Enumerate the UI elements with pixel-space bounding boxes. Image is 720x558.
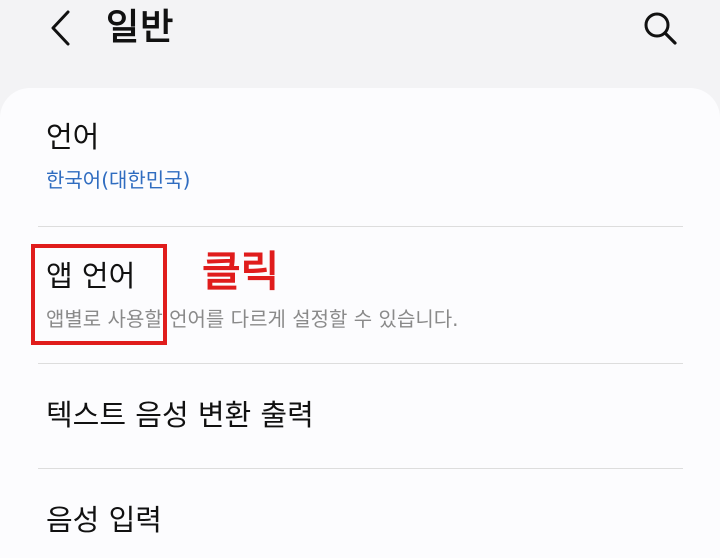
highlight-box xyxy=(31,244,167,345)
chevron-left-icon xyxy=(51,10,70,46)
page-title: 일반 xyxy=(106,7,175,48)
click-annotation: 클릭 xyxy=(202,247,280,296)
top-app-bar: 일반 xyxy=(0,0,720,60)
search-icon xyxy=(644,12,677,45)
language-value: 한국어(대한민국) xyxy=(46,168,191,192)
tts-output-item[interactable]: 텍스트 음성 변환 출력 xyxy=(0,364,720,468)
back-button[interactable] xyxy=(40,4,80,52)
voice-input-item[interactable]: 음성 입력 xyxy=(0,469,720,538)
language-title: 언어 xyxy=(46,120,100,154)
language-item[interactable]: 언어 한국어(대한민국) xyxy=(0,100,720,226)
tts-output-title: 텍스트 음성 변환 출력 xyxy=(46,398,314,432)
voice-input-title: 음성 입력 xyxy=(46,503,162,537)
search-button[interactable] xyxy=(636,6,684,50)
